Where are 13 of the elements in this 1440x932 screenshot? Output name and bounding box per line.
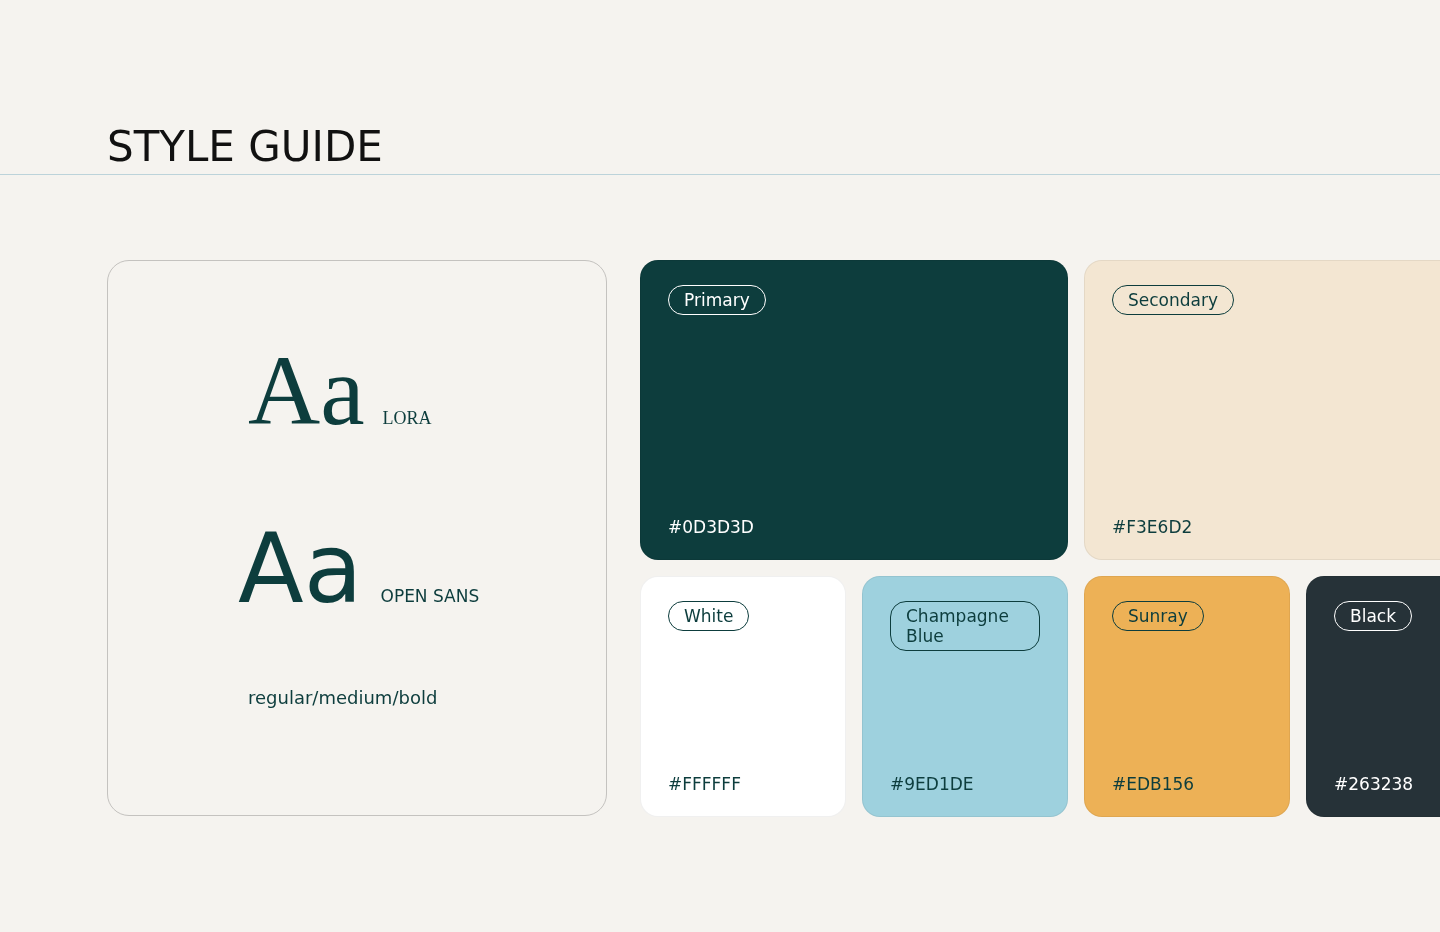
font-sample: Aa [238, 521, 363, 617]
font-name: LORA [382, 408, 432, 429]
color-hex: #F3E6D2 [1112, 517, 1193, 537]
font-weights: regular/medium/bold [248, 687, 439, 708]
color-hex: #0D3D3D [668, 517, 754, 537]
page-title: STYLE GUIDE [107, 121, 383, 172]
color-label: Champagne Blue [890, 601, 1040, 651]
font-sample: Aa [248, 341, 365, 441]
color-hex: #FFFFFF [668, 774, 741, 794]
color-hex: #9ED1DE [890, 774, 974, 794]
font-name: OPEN SANS [380, 586, 480, 606]
color-hex: #263238 [1334, 774, 1414, 794]
color-hex: #EDB156 [1112, 774, 1195, 794]
